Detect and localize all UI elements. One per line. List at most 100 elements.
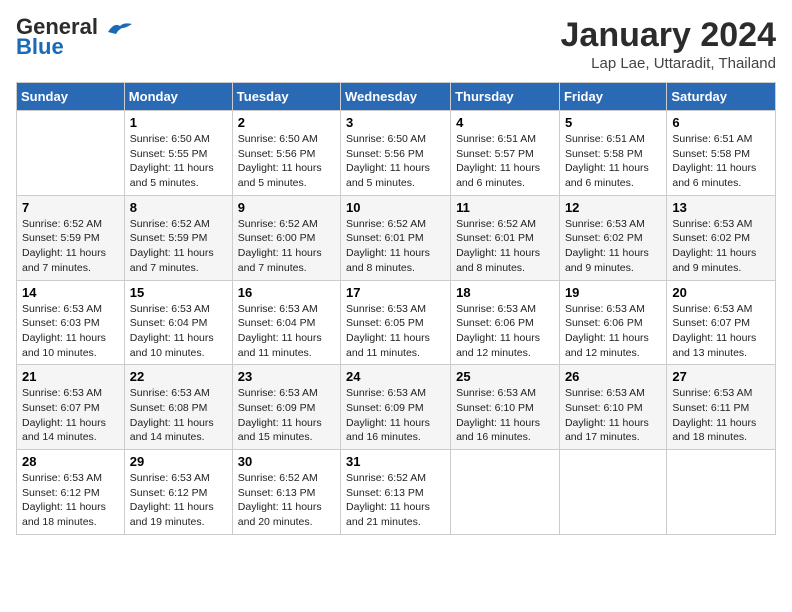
- day-info: Sunrise: 6:50 AMSunset: 5:56 PMDaylight:…: [346, 132, 445, 191]
- logo-bird-icon: [106, 20, 132, 36]
- calendar-cell: 17 Sunrise: 6:53 AMSunset: 6:05 PMDayligh…: [341, 280, 451, 365]
- col-header-wednesday: Wednesday: [341, 83, 451, 111]
- calendar-cell: 27Sunrise: 6:53 AMSunset: 6:11 PMDayligh…: [667, 365, 776, 450]
- day-number: 14: [22, 285, 119, 300]
- col-header-friday: Friday: [559, 83, 666, 111]
- day-info: Sunrise: 6:52 AMSunset: 6:00 PMDaylight:…: [238, 217, 335, 276]
- day-number: 18: [456, 285, 554, 300]
- day-number: 13: [672, 200, 770, 215]
- day-info: Sunrise: 6:51 AMSunset: 5:58 PMDaylight:…: [565, 132, 661, 191]
- col-header-sunday: Sunday: [17, 83, 125, 111]
- calendar-cell: 23 Sunrise: 6:53 AMSunset: 6:09 PMDayligh…: [232, 365, 340, 450]
- day-info: Sunrise: 6:53 AMSunset: 6:12 PMDaylight:…: [22, 471, 119, 530]
- day-info: Sunrise: 6:53 AMSunset: 6:06 PMDaylight:…: [456, 302, 554, 361]
- day-info: Sunrise: 6:51 AMSunset: 5:58 PMDaylight:…: [672, 132, 770, 191]
- logo: General Blue: [16, 16, 132, 60]
- day-info: Sunrise: 6:52 AMSunset: 6:13 PMDaylight:…: [238, 471, 335, 530]
- calendar-cell: 29 Sunrise: 6:53 AMSunset: 6:12 PMDayligh…: [124, 450, 232, 535]
- day-info: Sunrise: 6:52 AMSunset: 6:13 PMDaylight:…: [346, 471, 445, 530]
- day-info: Sunrise: 6:52 AMSunset: 6:01 PMDaylight:…: [456, 217, 554, 276]
- calendar-cell: 6 Sunrise: 6:51 AMSunset: 5:58 PMDaylight…: [667, 111, 776, 196]
- month-title: January 2024: [561, 16, 777, 55]
- day-info: Sunrise: 6:50 AMSunset: 5:55 PMDaylight:…: [130, 132, 227, 191]
- day-number: 22: [130, 369, 227, 384]
- title-block: January 2024 Lap Lae, Uttaradit, Thailan…: [561, 16, 777, 72]
- day-info: Sunrise: 6:53 AMSunset: 6:07 PMDaylight:…: [672, 302, 770, 361]
- calendar-cell: 25Sunrise: 6:53 AMSunset: 6:10 PMDayligh…: [451, 365, 560, 450]
- day-number: 19: [565, 285, 661, 300]
- calendar-cell: 21 Sunrise: 6:53 AMSunset: 6:07 PMDayligh…: [17, 365, 125, 450]
- day-number: 20: [672, 285, 770, 300]
- day-info: Sunrise: 6:53 AMSunset: 6:08 PMDaylight:…: [130, 386, 227, 445]
- calendar-cell: 1 Sunrise: 6:50 AMSunset: 5:55 PMDaylight…: [124, 111, 232, 196]
- calendar-cell: 31 Sunrise: 6:52 AMSunset: 6:13 PMDayligh…: [341, 450, 451, 535]
- col-header-monday: Monday: [124, 83, 232, 111]
- day-info: Sunrise: 6:53 AMSunset: 6:10 PMDaylight:…: [565, 386, 661, 445]
- day-info: Sunrise: 6:53 AMSunset: 6:12 PMDaylight:…: [130, 471, 227, 530]
- calendar-cell: 20 Sunrise: 6:53 AMSunset: 6:07 PMDayligh…: [667, 280, 776, 365]
- day-info: Sunrise: 6:53 AMSunset: 6:06 PMDaylight:…: [565, 302, 661, 361]
- calendar-cell: 16Sunrise: 6:53 AMSunset: 6:04 PMDayligh…: [232, 280, 340, 365]
- day-number: 7: [22, 200, 119, 215]
- day-number: 8: [130, 200, 227, 215]
- day-info: Sunrise: 6:53 AMSunset: 6:05 PMDaylight:…: [346, 302, 445, 361]
- day-info: Sunrise: 6:53 AMSunset: 6:03 PMDaylight:…: [22, 302, 119, 361]
- day-number: 23: [238, 369, 335, 384]
- calendar-cell: 2 Sunrise: 6:50 AMSunset: 5:56 PMDaylight…: [232, 111, 340, 196]
- calendar-cell: 3 Sunrise: 6:50 AMSunset: 5:56 PMDaylight…: [341, 111, 451, 196]
- calendar-cell: [451, 450, 560, 535]
- day-number: 5: [565, 115, 661, 130]
- day-number: 9: [238, 200, 335, 215]
- day-number: 11: [456, 200, 554, 215]
- calendar-cell: 7 Sunrise: 6:52 AMSunset: 5:59 PMDaylight…: [17, 195, 125, 280]
- week-row-2: 7 Sunrise: 6:52 AMSunset: 5:59 PMDaylight…: [17, 195, 776, 280]
- col-header-thursday: Thursday: [451, 83, 560, 111]
- day-number: 28: [22, 454, 119, 469]
- day-info: Sunrise: 6:53 AMSunset: 6:09 PMDaylight:…: [346, 386, 445, 445]
- day-info: Sunrise: 6:52 AMSunset: 5:59 PMDaylight:…: [130, 217, 227, 276]
- day-info: Sunrise: 6:53 AMSunset: 6:09 PMDaylight:…: [238, 386, 335, 445]
- calendar-cell: 15Sunrise: 6:53 AMSunset: 6:04 PMDayligh…: [124, 280, 232, 365]
- day-number: 24: [346, 369, 445, 384]
- day-number: 10: [346, 200, 445, 215]
- calendar-cell: 28 Sunrise: 6:53 AMSunset: 6:12 PMDayligh…: [17, 450, 125, 535]
- day-info: Sunrise: 6:50 AMSunset: 5:56 PMDaylight:…: [238, 132, 335, 191]
- calendar-cell: 5 Sunrise: 6:51 AMSunset: 5:58 PMDaylight…: [559, 111, 666, 196]
- day-info: Sunrise: 6:51 AMSunset: 5:57 PMDaylight:…: [456, 132, 554, 191]
- calendar-cell: 11 Sunrise: 6:52 AMSunset: 6:01 PMDayligh…: [451, 195, 560, 280]
- day-info: Sunrise: 6:53 AMSunset: 6:07 PMDaylight:…: [22, 386, 119, 445]
- day-number: 16: [238, 285, 335, 300]
- calendar-cell: 24 Sunrise: 6:53 AMSunset: 6:09 PMDayligh…: [341, 365, 451, 450]
- day-number: 2: [238, 115, 335, 130]
- day-info: Sunrise: 6:53 AMSunset: 6:10 PMDaylight:…: [456, 386, 554, 445]
- week-row-4: 21 Sunrise: 6:53 AMSunset: 6:07 PMDayligh…: [17, 365, 776, 450]
- calendar-cell: [17, 111, 125, 196]
- calendar-cell: 14 Sunrise: 6:53 AMSunset: 6:03 PMDayligh…: [17, 280, 125, 365]
- day-number: 29: [130, 454, 227, 469]
- day-number: 15: [130, 285, 227, 300]
- day-number: 17: [346, 285, 445, 300]
- calendar-cell: [559, 450, 666, 535]
- day-number: 6: [672, 115, 770, 130]
- day-info: Sunrise: 6:52 AMSunset: 5:59 PMDaylight:…: [22, 217, 119, 276]
- calendar-cell: 19 Sunrise: 6:53 AMSunset: 6:06 PMDayligh…: [559, 280, 666, 365]
- day-number: 4: [456, 115, 554, 130]
- day-number: 3: [346, 115, 445, 130]
- calendar-cell: 12 Sunrise: 6:53 AMSunset: 6:02 PMDayligh…: [559, 195, 666, 280]
- calendar-cell: 9 Sunrise: 6:52 AMSunset: 6:00 PMDaylight…: [232, 195, 340, 280]
- day-info: Sunrise: 6:53 AMSunset: 6:02 PMDaylight:…: [565, 217, 661, 276]
- day-info: Sunrise: 6:52 AMSunset: 6:01 PMDaylight:…: [346, 217, 445, 276]
- day-number: 21: [22, 369, 119, 384]
- day-number: 31: [346, 454, 445, 469]
- col-header-saturday: Saturday: [667, 83, 776, 111]
- day-info: Sunrise: 6:53 AMSunset: 6:11 PMDaylight:…: [672, 386, 770, 445]
- calendar-cell: 4 Sunrise: 6:51 AMSunset: 5:57 PMDaylight…: [451, 111, 560, 196]
- calendar-header-row: SundayMondayTuesdayWednesdayThursdayFrid…: [17, 83, 776, 111]
- day-number: 1: [130, 115, 227, 130]
- day-number: 12: [565, 200, 661, 215]
- page-header: General Blue January 2024 Lap Lae, Uttar…: [16, 16, 776, 72]
- week-row-1: 1 Sunrise: 6:50 AMSunset: 5:55 PMDaylight…: [17, 111, 776, 196]
- location-subtitle: Lap Lae, Uttaradit, Thailand: [561, 55, 777, 72]
- col-header-tuesday: Tuesday: [232, 83, 340, 111]
- day-number: 26: [565, 369, 661, 384]
